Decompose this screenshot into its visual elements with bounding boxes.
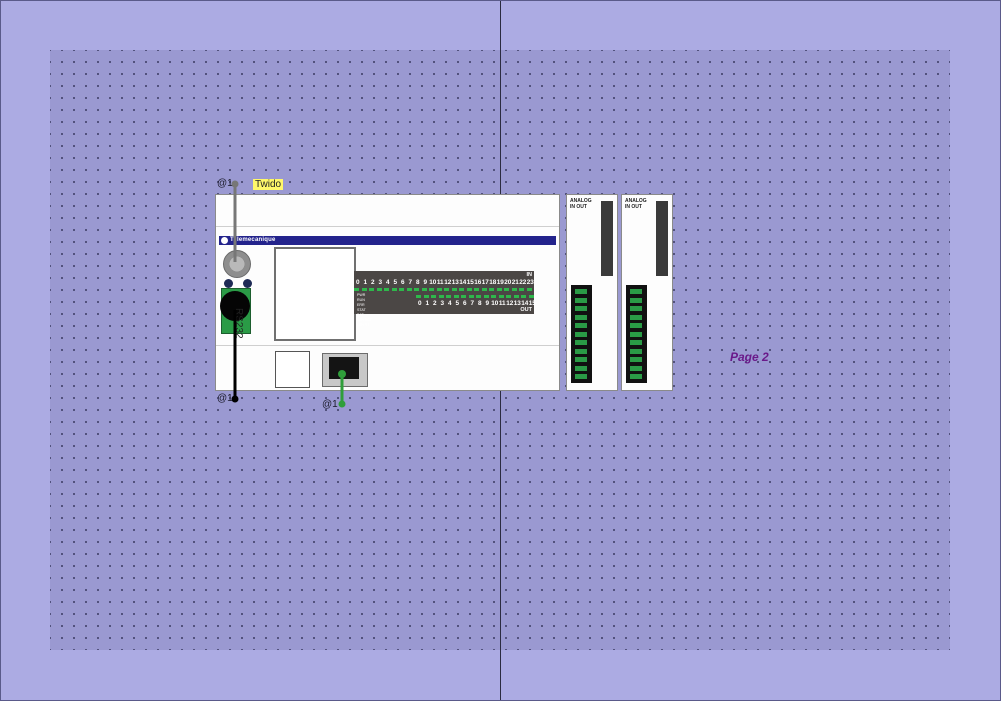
connection-label: @1 — [217, 178, 233, 189]
connection-label: @1 — [217, 393, 233, 404]
connection-label: @1 — [322, 399, 338, 410]
wire-endpoint-icon[interactable] — [338, 370, 346, 378]
wire-endpoint-icon[interactable] — [338, 400, 346, 408]
device-name-tag[interactable]: Twido — [253, 179, 284, 190]
wires-layer — [231, 180, 346, 408]
drawing-canvas: Page 2 Telemecanique RS232 IN 0123456789… — [0, 0, 1001, 701]
